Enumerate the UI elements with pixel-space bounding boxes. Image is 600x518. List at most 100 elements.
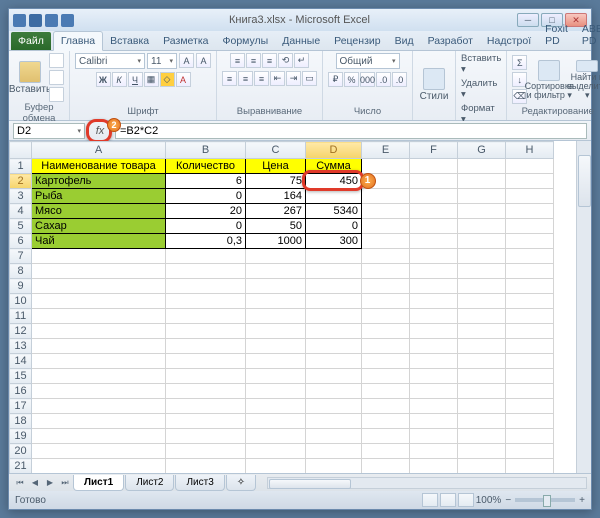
- align-top-icon[interactable]: ≡: [230, 53, 245, 68]
- row-header-5[interactable]: 5: [10, 219, 32, 234]
- cell-F14[interactable]: [410, 354, 458, 369]
- tab-nav-first[interactable]: ⏮: [13, 476, 27, 490]
- cell-C20[interactable]: [246, 444, 306, 459]
- cell-C6[interactable]: 1000: [246, 234, 306, 249]
- cell-A8[interactable]: [32, 264, 166, 279]
- cell-F13[interactable]: [410, 339, 458, 354]
- format-painter-icon[interactable]: [49, 87, 64, 102]
- cell-A2[interactable]: Картофель: [32, 174, 166, 189]
- cell-B3[interactable]: 0: [166, 189, 246, 204]
- cell-A11[interactable]: [32, 309, 166, 324]
- tab-insert[interactable]: Вставка: [103, 32, 156, 50]
- row-header-21[interactable]: 21: [10, 459, 32, 474]
- cell-A1[interactable]: Наименование товара: [32, 159, 166, 174]
- cell-B15[interactable]: [166, 369, 246, 384]
- cell-E16[interactable]: [362, 384, 410, 399]
- row-header-14[interactable]: 14: [10, 354, 32, 369]
- tab-formulas[interactable]: Формулы: [216, 32, 276, 50]
- col-header-D[interactable]: D: [306, 142, 362, 159]
- cell-B5[interactable]: 0: [166, 219, 246, 234]
- row-header-12[interactable]: 12: [10, 324, 32, 339]
- cell-G13[interactable]: [458, 339, 506, 354]
- cell-E1[interactable]: [362, 159, 410, 174]
- cell-C8[interactable]: [246, 264, 306, 279]
- cell-B6[interactable]: 0,3: [166, 234, 246, 249]
- row-header-13[interactable]: 13: [10, 339, 32, 354]
- cell-A6[interactable]: Чай: [32, 234, 166, 249]
- tab-abbyy[interactable]: ABBYY PD: [575, 20, 600, 50]
- cell-H21[interactable]: [506, 459, 554, 474]
- cell-H12[interactable]: [506, 324, 554, 339]
- font-color-button[interactable]: A: [176, 72, 191, 87]
- cell-G2[interactable]: [458, 174, 506, 189]
- cell-E19[interactable]: [362, 429, 410, 444]
- row-header-17[interactable]: 17: [10, 399, 32, 414]
- cell-C7[interactable]: [246, 249, 306, 264]
- cell-C13[interactable]: [246, 339, 306, 354]
- cell-G7[interactable]: [458, 249, 506, 264]
- cell-E11[interactable]: [362, 309, 410, 324]
- cell-A20[interactable]: [32, 444, 166, 459]
- cell-D11[interactable]: [306, 309, 362, 324]
- underline-button[interactable]: Ч: [128, 72, 143, 87]
- cell-E12[interactable]: [362, 324, 410, 339]
- cell-H13[interactable]: [506, 339, 554, 354]
- cell-B17[interactable]: [166, 399, 246, 414]
- cell-D17[interactable]: [306, 399, 362, 414]
- excel-icon[interactable]: [13, 14, 26, 27]
- cell-F7[interactable]: [410, 249, 458, 264]
- sheet-scroll[interactable]: ABCDEFGH1Наименование товараКоличествоЦе…: [9, 141, 576, 473]
- cell-H4[interactable]: [506, 204, 554, 219]
- new-sheet-button[interactable]: ✧: [226, 475, 256, 491]
- comma-icon[interactable]: 000: [360, 72, 375, 87]
- cell-G5[interactable]: [458, 219, 506, 234]
- cut-icon[interactable]: [49, 53, 64, 68]
- row-header-16[interactable]: 16: [10, 384, 32, 399]
- cell-D15[interactable]: [306, 369, 362, 384]
- cell-A10[interactable]: [32, 294, 166, 309]
- tab-addins[interactable]: Надстрої: [480, 32, 538, 50]
- formula-input[interactable]: =B2*C2: [115, 123, 587, 139]
- cell-G18[interactable]: [458, 414, 506, 429]
- row-header-7[interactable]: 7: [10, 249, 32, 264]
- select-all-corner[interactable]: [10, 142, 32, 159]
- row-header-9[interactable]: 9: [10, 279, 32, 294]
- cell-H1[interactable]: [506, 159, 554, 174]
- find-select-button[interactable]: Найти и выделить ▾: [571, 60, 600, 100]
- col-header-E[interactable]: E: [362, 142, 410, 159]
- cell-G11[interactable]: [458, 309, 506, 324]
- cell-H3[interactable]: [506, 189, 554, 204]
- col-header-F[interactable]: F: [410, 142, 458, 159]
- cell-E9[interactable]: [362, 279, 410, 294]
- italic-button[interactable]: К: [112, 72, 127, 87]
- cell-E3[interactable]: [362, 189, 410, 204]
- cell-G3[interactable]: [458, 189, 506, 204]
- cell-B13[interactable]: [166, 339, 246, 354]
- cell-E8[interactable]: [362, 264, 410, 279]
- row-header-3[interactable]: 3: [10, 189, 32, 204]
- orientation-icon[interactable]: ⟲: [278, 53, 293, 68]
- cell-A13[interactable]: [32, 339, 166, 354]
- cell-H19[interactable]: [506, 429, 554, 444]
- percent-icon[interactable]: %: [344, 72, 359, 87]
- cell-C14[interactable]: [246, 354, 306, 369]
- cell-B14[interactable]: [166, 354, 246, 369]
- cell-H14[interactable]: [506, 354, 554, 369]
- cell-C17[interactable]: [246, 399, 306, 414]
- cell-C12[interactable]: [246, 324, 306, 339]
- tab-home[interactable]: Главна: [53, 31, 103, 51]
- cell-A9[interactable]: [32, 279, 166, 294]
- cell-D21[interactable]: [306, 459, 362, 474]
- cell-D1[interactable]: Сумма: [306, 159, 362, 174]
- cell-F8[interactable]: [410, 264, 458, 279]
- fill-color-button[interactable]: ◇: [160, 72, 175, 87]
- page-break-view-icon[interactable]: [458, 493, 474, 507]
- font-name-combo[interactable]: Calibri▾: [75, 53, 145, 69]
- cell-H6[interactable]: [506, 234, 554, 249]
- cell-H17[interactable]: [506, 399, 554, 414]
- cell-C18[interactable]: [246, 414, 306, 429]
- cell-D12[interactable]: [306, 324, 362, 339]
- align-center-icon[interactable]: ≡: [238, 71, 253, 86]
- cell-A18[interactable]: [32, 414, 166, 429]
- cell-D5[interactable]: 0: [306, 219, 362, 234]
